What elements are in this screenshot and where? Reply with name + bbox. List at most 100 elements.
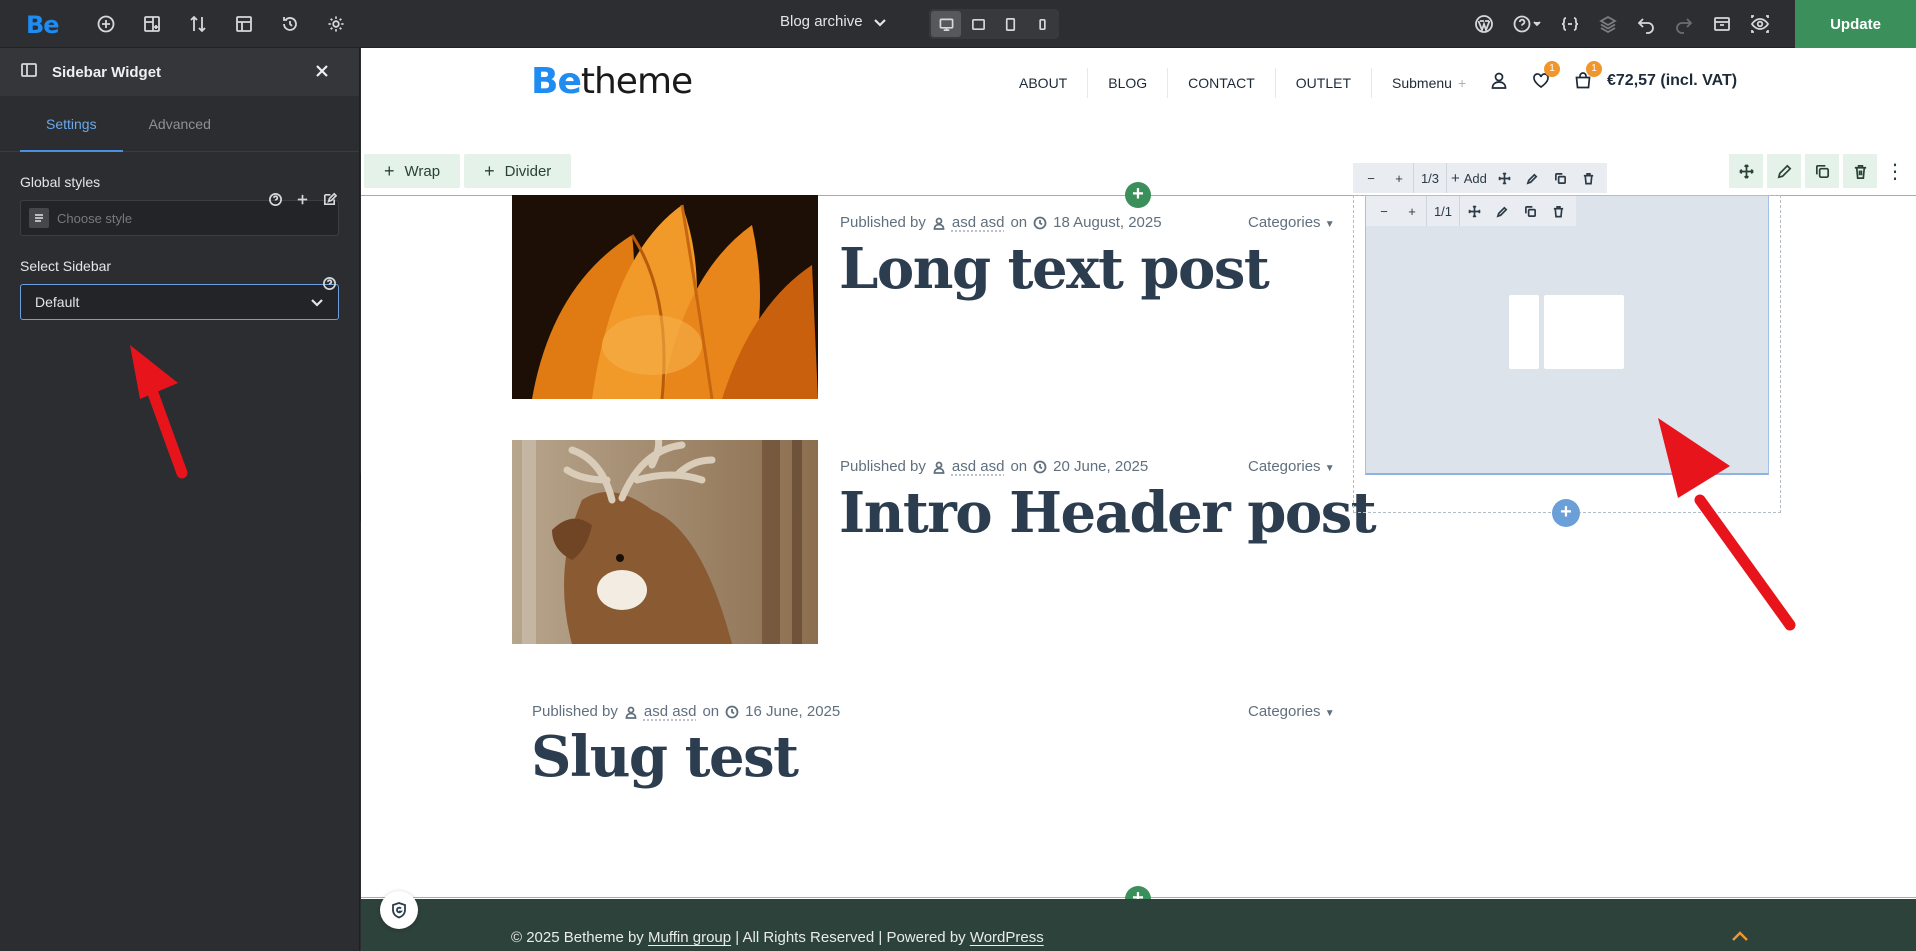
settings-panel: Sidebar Widget Settings Advanced Global …: [0, 48, 360, 951]
help-icon[interactable]: [1510, 12, 1544, 36]
footer-middle: | All Rights Reserved | Powered by: [731, 929, 970, 946]
redo-icon[interactable]: [1672, 12, 1696, 36]
wordpress-icon[interactable]: [1472, 12, 1496, 36]
update-button[interactable]: Update: [1795, 0, 1916, 48]
increase-size-icon[interactable]: +: [1398, 196, 1426, 226]
edit-style-icon[interactable]: [322, 192, 337, 207]
delete-wrap-icon[interactable]: [1575, 163, 1603, 193]
move-wrap-icon[interactable]: [1491, 163, 1519, 193]
cart-total[interactable]: €72,57 (incl. VAT): [1607, 72, 1737, 90]
inner-size-ratio[interactable]: 1/1: [1426, 196, 1460, 226]
section-tools: ⋮: [1729, 154, 1909, 188]
edit-section-icon[interactable]: [1767, 154, 1801, 188]
sort-icon[interactable]: [186, 12, 210, 36]
nav-about[interactable]: ABOUT: [999, 68, 1089, 98]
add-section-top-button[interactable]: +: [1125, 182, 1151, 208]
user-icon[interactable]: [1489, 70, 1511, 92]
categories-label: Categories: [1248, 703, 1321, 720]
edit-element-icon[interactable]: [1488, 196, 1516, 226]
site-logo-be: Be: [531, 61, 582, 102]
wishlist-heart-icon[interactable]: 1: [1531, 61, 1560, 92]
duplicate-section-icon[interactable]: [1805, 154, 1839, 188]
footer-wordpress-link[interactable]: WordPress: [970, 929, 1044, 946]
nav-blog[interactable]: BLOG: [1088, 68, 1169, 98]
cart-badge: 1: [1586, 61, 1602, 77]
laptop-icon: [971, 18, 985, 30]
panel-title: Sidebar Widget: [52, 63, 162, 81]
edit-wrap-icon[interactable]: [1519, 163, 1547, 193]
wrap-size-ratio[interactable]: 1/3: [1413, 163, 1447, 193]
archive-icon[interactable]: [1710, 12, 1734, 36]
custom-code-icon[interactable]: [1558, 12, 1582, 36]
site-logo[interactable]: Betheme: [531, 61, 693, 102]
post-2-meta: Published by asd asd on 20 June, 2025: [840, 458, 1148, 475]
help-icon[interactable]: [322, 276, 337, 291]
post-1-categories[interactable]: Categories ▼: [1248, 214, 1335, 231]
select-sidebar-dropdown[interactable]: Default: [20, 284, 339, 320]
clock-icon: [725, 705, 739, 718]
move-section-icon[interactable]: [1729, 154, 1763, 188]
nav-contact[interactable]: CONTACT: [1168, 68, 1276, 98]
post-image-tulip[interactable]: [512, 195, 818, 399]
undo-icon[interactable]: [1634, 12, 1658, 36]
add-element-icon[interactable]: [94, 12, 118, 36]
sidebar-placeholder-narrow: [1509, 295, 1539, 369]
toolbar-left-icons: [94, 12, 348, 36]
back-to-top-icon[interactable]: [1731, 929, 1749, 947]
post-3-title[interactable]: Slug test: [531, 724, 799, 790]
add-wrap-button[interactable]: + Wrap: [364, 154, 461, 188]
move-element-icon[interactable]: [1460, 196, 1488, 226]
page-selector[interactable]: Blog archive: [780, 13, 887, 30]
page-canvas: Betheme ABOUT BLOG CONTACT OUTLET Submen…: [361, 48, 1916, 951]
cart-bag-icon[interactable]: 1: [1573, 61, 1602, 92]
post-image-deer[interactable]: [512, 440, 818, 644]
chevron-down-icon: [311, 299, 323, 307]
duplicate-element-icon[interactable]: [1516, 196, 1544, 226]
post-3-categories[interactable]: Categories ▼: [1248, 703, 1335, 720]
post-author-link[interactable]: asd asd: [952, 458, 1005, 475]
duplicate-wrap-icon[interactable]: [1547, 163, 1575, 193]
select-sidebar-actions: [322, 276, 337, 291]
delete-section-icon[interactable]: [1843, 154, 1877, 188]
post-2-title[interactable]: Intro Header post: [839, 480, 1377, 546]
add-element-to-wrap-button[interactable]: +: [1552, 499, 1580, 527]
page-selector-label: Blog archive: [780, 13, 863, 30]
laptop-view-button[interactable]: [963, 11, 993, 37]
post-author-link[interactable]: asd asd: [644, 703, 697, 720]
select-sidebar-value: Default: [35, 294, 80, 310]
choose-style-input[interactable]: [57, 210, 307, 226]
toolbar-right-icons: [1472, 12, 1772, 36]
post-3-meta: Published by asd asd on 16 June, 2025: [532, 703, 840, 720]
decrease-size-icon[interactable]: −: [1370, 196, 1398, 226]
tablet-view-button[interactable]: [995, 11, 1025, 37]
post-2-categories[interactable]: Categories ▼: [1248, 458, 1335, 475]
decrease-size-icon[interactable]: −: [1357, 163, 1385, 193]
mobile-icon: [1038, 18, 1046, 30]
add-element-button[interactable]: + Add: [1447, 163, 1491, 193]
app-logo[interactable]: Be: [26, 11, 60, 39]
increase-size-icon[interactable]: +: [1385, 163, 1413, 193]
pre-built-sections-icon[interactable]: [140, 12, 164, 36]
history-icon[interactable]: [278, 12, 302, 36]
desktop-view-button[interactable]: [931, 11, 961, 37]
add-divider-button[interactable]: + Divider: [464, 154, 572, 188]
close-icon[interactable]: [313, 62, 331, 85]
privacy-shield-icon[interactable]: [380, 891, 418, 929]
templates-icon[interactable]: [232, 12, 256, 36]
post-1-title[interactable]: Long text post: [839, 236, 1270, 302]
mobile-view-button[interactable]: [1027, 11, 1057, 37]
layers-icon[interactable]: [1596, 12, 1620, 36]
nav-outlet[interactable]: OUTLET: [1276, 68, 1372, 98]
preview-eye-icon[interactable]: [1748, 12, 1772, 36]
nav-submenu[interactable]: Submenu +: [1372, 68, 1486, 98]
tab-advanced[interactable]: Advanced: [123, 96, 237, 151]
post-author-link[interactable]: asd asd: [952, 214, 1005, 231]
delete-element-icon[interactable]: [1544, 196, 1572, 226]
more-options-icon[interactable]: ⋮: [1881, 154, 1909, 188]
tab-settings[interactable]: Settings: [20, 96, 123, 152]
add-style-icon[interactable]: [295, 192, 310, 207]
footer-muffin-link[interactable]: Muffin group: [648, 929, 731, 946]
help-icon[interactable]: [268, 192, 283, 207]
settings-gear-icon[interactable]: [324, 12, 348, 36]
categories-label: Categories: [1248, 458, 1321, 475]
